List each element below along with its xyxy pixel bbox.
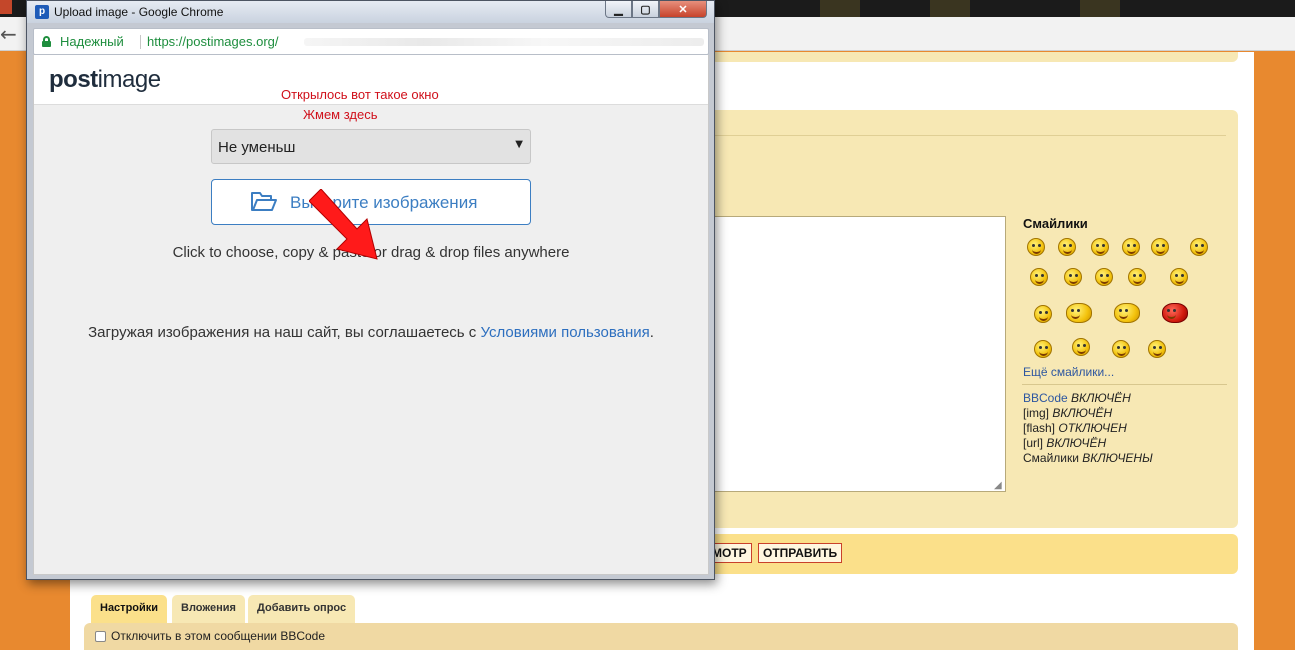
- bbcode-status-row: [url] ВКЛЮЧЁН: [1023, 436, 1153, 451]
- bbcode-status-name: Смайлики: [1023, 451, 1079, 465]
- minimize-button[interactable]: ▁: [605, 1, 632, 18]
- postimage-favicon-icon: p: [35, 5, 49, 19]
- background-decoration: [820, 0, 860, 17]
- smiley-icon[interactable]: [1190, 238, 1208, 256]
- bbcode-status-value: ВКЛЮЧЁН: [1046, 436, 1107, 450]
- bbcode-status-value: ОТКЛЮЧЕН: [1058, 421, 1127, 435]
- send-button[interactable]: ОТПРАВИТЬ: [758, 543, 843, 563]
- window-title: Upload image - Google Chrome: [54, 5, 224, 19]
- panel-divider: [710, 135, 1226, 136]
- bbcode-status-name: [img]: [1023, 406, 1050, 420]
- bbcode-status-value: ВКЛЮЧЕНЫ: [1082, 451, 1153, 465]
- smiley-icon[interactable]: [1170, 268, 1188, 286]
- blurred-url-region: [304, 38, 704, 46]
- url-text[interactable]: https://postimages.org/: [147, 34, 279, 49]
- devil-smiley-icon[interactable]: [1162, 303, 1188, 323]
- close-button[interactable]: ✕: [659, 1, 707, 18]
- address-separator: [140, 35, 141, 49]
- background-decoration: [930, 0, 970, 17]
- lock-icon[interactable]: [42, 36, 51, 47]
- postimage-page: postimage Открылось вот такое окно Жмем …: [33, 55, 709, 575]
- smiley-icon[interactable]: [1112, 340, 1130, 358]
- background-browser-tab[interactable]: [0, 0, 12, 14]
- bbcode-status-row: Смайлики ВКЛЮЧЕНЫ: [1023, 451, 1153, 466]
- folder-open-icon: [251, 192, 277, 211]
- back-arrow-icon[interactable]: ←: [0, 22, 17, 46]
- bbcode-status-row: BBCode ВКЛЮЧЁН: [1023, 391, 1153, 406]
- terms-notice: Загружая изображения на наш сайт, вы сог…: [34, 324, 708, 341]
- smiley-icon[interactable]: [1095, 268, 1113, 286]
- smiley-icon[interactable]: [1151, 238, 1169, 256]
- background-decoration: [1080, 0, 1120, 17]
- address-bar[interactable]: Надежный https://postimages.org/: [33, 28, 709, 55]
- bbcode-status-value: ВКЛЮЧЁН: [1052, 406, 1113, 420]
- terms-suffix: .: [649, 324, 654, 341]
- more-smilies-link[interactable]: Ещё смайлики...: [1023, 365, 1114, 379]
- annotation-text: Открылось вот такое окно: [281, 87, 439, 102]
- bbcode-status-row: [flash] ОТКЛЮЧЕН: [1023, 421, 1153, 436]
- smiley-icon[interactable]: [1091, 238, 1109, 256]
- bbcode-status-row: [img] ВКЛЮЧЁН: [1023, 406, 1153, 421]
- resize-select[interactable]: Не уменьш ▼: [211, 129, 531, 164]
- postimage-logo[interactable]: postimage: [49, 66, 161, 94]
- smiley-icon[interactable]: [1128, 268, 1146, 286]
- chevron-down-icon: ▼: [515, 139, 523, 150]
- upload-popup-window: p Upload image - Google Chrome ▁ ▢ ✕ Над…: [26, 0, 715, 580]
- bbcode-status-name: [flash]: [1023, 421, 1056, 435]
- smiley-icon[interactable]: [1064, 268, 1082, 286]
- bbcode-status-name: [url]: [1023, 436, 1044, 450]
- smiley-icon[interactable]: [1058, 238, 1076, 256]
- annotation-text: Жмем здесь: [303, 107, 378, 122]
- smiley-icon[interactable]: [1034, 340, 1052, 358]
- option-label: Отключить в этом сообщении BBCode: [111, 629, 326, 643]
- tab-add-poll[interactable]: Добавить опрос: [248, 595, 356, 623]
- tab-attachments[interactable]: Вложения: [172, 595, 245, 623]
- smiley-icon[interactable]: [1027, 238, 1045, 256]
- terms-link[interactable]: Условиями пользования: [480, 324, 649, 341]
- bbcode-status: BBCode ВКЛЮЧЁН [img] ВКЛЮЧЁН [flash] ОТК…: [1023, 391, 1153, 466]
- maximize-button[interactable]: ▢: [632, 1, 659, 18]
- secure-label[interactable]: Надежный: [60, 34, 124, 49]
- smilies-divider: [1022, 384, 1227, 385]
- smiley-icon[interactable]: [1066, 303, 1092, 323]
- checkbox[interactable]: [95, 630, 106, 642]
- smiley-icon[interactable]: [1034, 305, 1052, 323]
- resize-select-value: Не уменьш: [218, 139, 296, 156]
- disable-bbcode-option[interactable]: Отключить в этом сообщении BBCode: [95, 629, 325, 643]
- window-titlebar[interactable]: p Upload image - Google Chrome ▁ ▢ ✕: [27, 1, 714, 23]
- logo-part-post: post: [49, 66, 98, 93]
- smiley-icon[interactable]: [1072, 338, 1090, 356]
- forum-top-panel: [710, 52, 1238, 62]
- smiley-icon[interactable]: [1030, 268, 1048, 286]
- bbcode-status-value: ВКЛЮЧЁН: [1071, 391, 1131, 405]
- red-arrow-annotation-icon: [309, 189, 378, 260]
- terms-prefix: Загружая изображения на наш сайт, вы сог…: [88, 324, 481, 341]
- smiley-icon[interactable]: [1148, 340, 1166, 358]
- smiley-icon[interactable]: [1122, 238, 1140, 256]
- logo-part-image: image: [97, 66, 161, 93]
- message-textarea[interactable]: [700, 216, 1006, 492]
- textarea-resize-handle-icon[interactable]: ◢: [994, 480, 1002, 491]
- tab-settings[interactable]: Настройки: [91, 595, 168, 623]
- bbcode-link[interactable]: BBCode: [1023, 391, 1068, 405]
- smiley-icon[interactable]: [1114, 303, 1140, 323]
- smilies-title: Смайлики: [1023, 216, 1088, 231]
